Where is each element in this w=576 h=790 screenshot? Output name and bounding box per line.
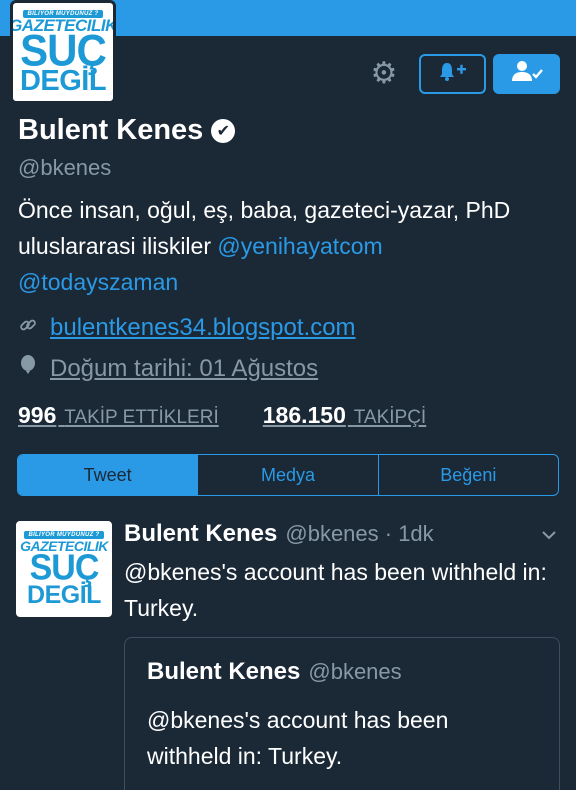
tab-media[interactable]: Medya	[198, 455, 379, 495]
tweet-author-handle: @bkenes · 1dk	[285, 521, 434, 546]
tweet-header: Bulent Kenes @bkenes · 1dk	[124, 520, 434, 548]
tweet-author-name[interactable]: Bulent Kenes	[124, 520, 277, 548]
bio-mention-yenihayatcom[interactable]: @yenihayatcom	[217, 233, 382, 259]
profile-tabs: Tweet Medya Beğeni	[17, 454, 559, 496]
verified-badge-icon: ✔	[211, 118, 236, 143]
quoted-author-name: Bulent Kenes	[147, 658, 301, 685]
link-icon	[18, 316, 38, 340]
quoted-tweet-text: @bkenes's account has been withheld in: …	[147, 707, 449, 769]
website-row: bulentkenes34.blogspot.com	[18, 314, 356, 342]
birthday-text: Doğum tarihi: 01 Ağustos	[50, 355, 319, 382]
bell-plus-icon	[438, 59, 468, 89]
followers-count: 186.150	[262, 402, 346, 428]
following-stat[interactable]: 996 TAKİP ETTİKLERİ	[18, 402, 219, 429]
followers-label: TAKİPÇİ	[353, 407, 427, 428]
profile-name: Bulent Kenes	[18, 114, 204, 146]
profile-stats: 996 TAKİP ETTİKLERİ 186.150 TAKİPÇİ	[18, 402, 426, 429]
tweet-avatar[interactable]: BILIYOR MUYDUNUZ ? GAZETECILIK SUÇ DEGİL	[14, 519, 114, 619]
quoted-tweet[interactable]: Bulent Kenes @bkenes @bkenes's account h…	[124, 637, 560, 790]
following-count: 996	[18, 402, 57, 428]
balloon-icon	[18, 355, 38, 383]
following-button[interactable]	[493, 54, 560, 94]
profile-avatar[interactable]: BILIYOR MUYDUNUZ ? GAZETECILIK SUÇ DEGİL	[10, 0, 116, 104]
gear-icon[interactable]: ⚙	[368, 58, 400, 90]
bio-mention-todayszaman[interactable]: @todayszaman	[18, 269, 178, 295]
website-link[interactable]: bulentkenes34.blogspot.com	[50, 314, 356, 342]
chevron-down-icon[interactable]	[541, 527, 557, 545]
logo-line2: SUÇ	[29, 548, 100, 588]
notifications-button[interactable]	[419, 54, 486, 94]
birthday-row: Doğum tarihi: 01 Ağustos	[18, 355, 318, 383]
following-label: TAKİP ETTİKLERİ	[64, 407, 219, 428]
tweet-text: @bkenes's account has been withheld in: …	[124, 559, 547, 621]
quoted-tweet-header: Bulent Kenes @bkenes	[147, 658, 402, 686]
profile-handle: @bkenes	[18, 155, 112, 180]
tab-tweets[interactable]: Tweet	[18, 455, 199, 495]
quoted-author-handle: @bkenes	[308, 659, 402, 684]
followers-stat[interactable]: 186.150 TAKİPÇİ	[263, 402, 426, 429]
person-check-icon	[510, 59, 544, 89]
logo-line2: SUÇ	[20, 25, 107, 76]
profile-name-row: Bulent Kenes ✔	[18, 114, 236, 147]
profile-bio: Önce insan, oğul, eş, baba, gazeteci-yaz…	[18, 192, 563, 300]
tab-likes[interactable]: Beğeni	[379, 455, 558, 495]
